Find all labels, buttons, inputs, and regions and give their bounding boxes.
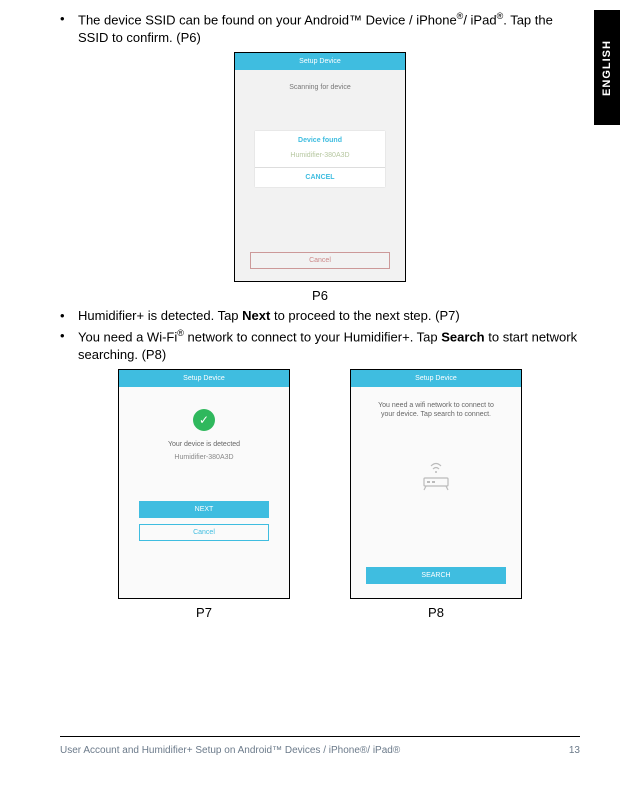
- page-content: • The device SSID can be found on your A…: [0, 0, 620, 620]
- bullet-item: • You need a Wi-Fi® network to connect t…: [60, 327, 580, 363]
- scanning-text: Scanning for device: [235, 70, 405, 131]
- phone-mockup: Setup Device You need a wifi network to …: [350, 369, 522, 599]
- bullet-mark: •: [60, 10, 78, 46]
- bullet-item: • Humidifier+ is detected. Tap Next to p…: [60, 307, 580, 325]
- bullet-mark: •: [60, 327, 78, 363]
- phone-header: Setup Device: [351, 370, 521, 387]
- wifi-message: You need a wifi network to connect to yo…: [351, 387, 521, 449]
- cancel-button[interactable]: Cancel: [250, 252, 390, 269]
- search-button[interactable]: SEARCH: [366, 567, 506, 584]
- language-tab: ENGLISH: [594, 10, 620, 125]
- ssid-text: Humidifier-380A3D: [174, 454, 233, 461]
- phone-mockup: Setup Device ✓ Your device is detected H…: [118, 369, 290, 599]
- device-found-modal: Device found Humidifier-380A3D CANCEL: [255, 131, 385, 187]
- figure-p8: Setup Device You need a wifi network to …: [350, 369, 522, 620]
- phone-body: You need a wifi network to connect to yo…: [351, 387, 521, 598]
- figure-label: P8: [428, 605, 444, 620]
- check-icon: ✓: [193, 409, 215, 431]
- figure-label: P7: [196, 605, 212, 620]
- bullet-text: Humidifier+ is detected. Tap Next to pro…: [78, 307, 580, 325]
- phone-header: Setup Device: [235, 53, 405, 70]
- phone-header: Setup Device: [119, 370, 289, 387]
- bullet-text: You need a Wi-Fi® network to connect to …: [78, 327, 580, 363]
- router-icon: [416, 460, 456, 496]
- modal-title: Device found: [255, 131, 385, 148]
- next-button[interactable]: NEXT: [139, 501, 269, 518]
- phone-body: ✓ Your device is detected Humidifier-380…: [119, 387, 289, 598]
- bullet-item: • The device SSID can be found on your A…: [60, 10, 580, 46]
- page-number: 13: [569, 745, 580, 756]
- bullet-mark: •: [60, 307, 78, 325]
- detected-text: Your device is detected: [168, 441, 240, 448]
- figure-label: P6: [312, 288, 328, 303]
- modal-cancel-button[interactable]: CANCEL: [255, 168, 385, 187]
- phone-body: Scanning for device Device found Humidif…: [235, 70, 405, 281]
- page-footer: User Account and Humidifier+ Setup on An…: [60, 736, 580, 756]
- figure-p6: Setup Device Scanning for device Device …: [234, 52, 406, 303]
- ssid-text[interactable]: Humidifier-380A3D: [255, 148, 385, 168]
- figure-p7: Setup Device ✓ Your device is detected H…: [118, 369, 290, 620]
- phone-mockup: Setup Device Scanning for device Device …: [234, 52, 406, 282]
- bullet-text: The device SSID can be found on your And…: [78, 10, 580, 46]
- footer-title: User Account and Humidifier+ Setup on An…: [60, 745, 400, 756]
- cancel-button[interactable]: Cancel: [139, 524, 269, 541]
